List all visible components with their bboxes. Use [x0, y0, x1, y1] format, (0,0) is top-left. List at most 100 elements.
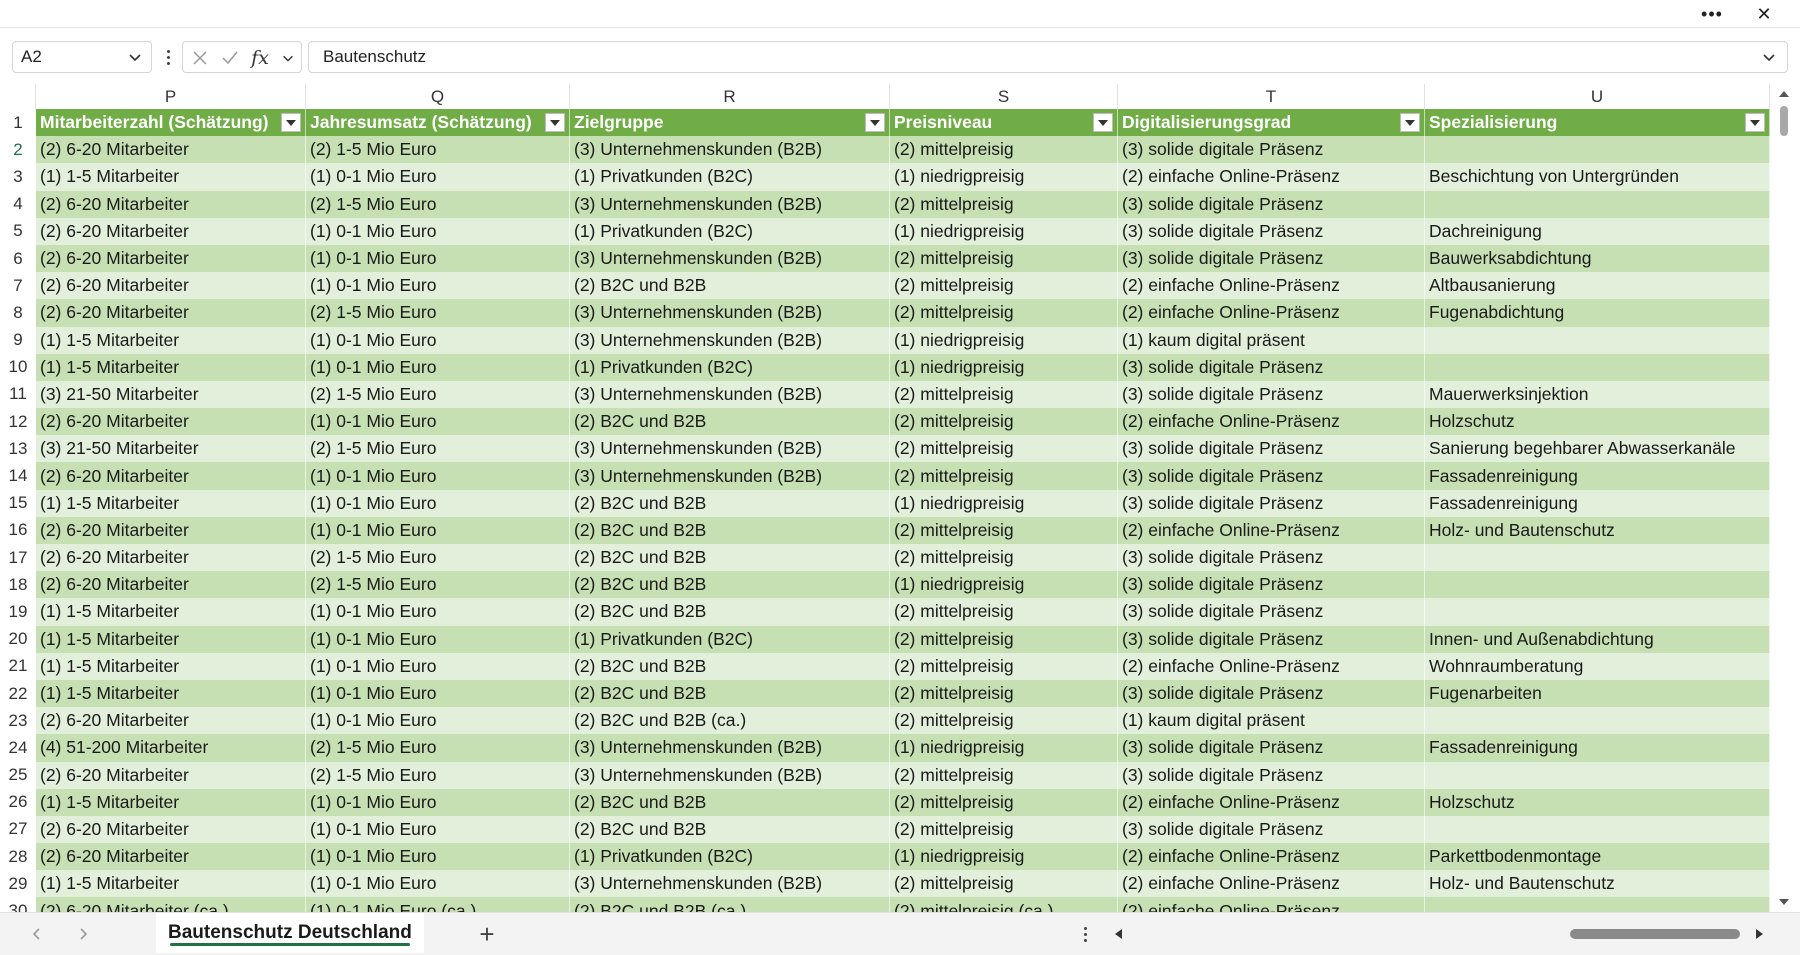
cell-p[interactable]: (2) 6-20 Mitarbeiter: [36, 136, 306, 164]
cell-t[interactable]: (3) solide digitale Präsenz: [1118, 353, 1425, 381]
cell-u[interactable]: Holz- und Bautenschutz: [1425, 516, 1770, 544]
cell-p[interactable]: (1) 1-5 Mitarbeiter: [36, 353, 306, 381]
cell-r[interactable]: (3) Unternehmenskunden (B2B): [570, 734, 890, 762]
cell-r[interactable]: (2) B2C und B2B: [570, 408, 890, 436]
cell-r[interactable]: (1) Privatkunden (B2C): [570, 625, 890, 653]
cell-r[interactable]: (3) Unternehmenskunden (B2B): [570, 435, 890, 463]
cell-r[interactable]: (1) Privatkunden (B2C): [570, 353, 890, 381]
cell-t[interactable]: (3) solide digitale Präsenz: [1118, 761, 1425, 789]
cell-u[interactable]: [1425, 761, 1770, 789]
cell-q[interactable]: (1) 0-1 Mio Euro: [306, 870, 570, 898]
cell-u[interactable]: Holzschutz: [1425, 408, 1770, 436]
cell-p[interactable]: (2) 6-20 Mitarbeiter: [36, 462, 306, 490]
cell-u[interactable]: Fugenabdichtung: [1425, 299, 1770, 327]
row-header[interactable]: 10: [0, 354, 36, 381]
cell-s[interactable]: (2) mittelpreisig: [890, 625, 1118, 653]
horizontal-scroll-thumb[interactable]: [1570, 929, 1740, 939]
cell-q[interactable]: (1) 0-1 Mio Euro: [306, 408, 570, 436]
cell-t[interactable]: (2) einfache Online-Präsenz: [1118, 516, 1425, 544]
cell-s[interactable]: (2) mittelpreisig: [890, 544, 1118, 572]
cell-s[interactable]: (2) mittelpreisig (ca.): [890, 897, 1118, 912]
cell-q[interactable]: (1) 0-1 Mio Euro: [306, 516, 570, 544]
cell-r[interactable]: (3) Unternehmenskunden (B2B): [570, 380, 890, 409]
cell-u[interactable]: Wohnraumberatung: [1425, 652, 1770, 680]
cell-q[interactable]: (1) 0-1 Mio Euro: [306, 679, 570, 708]
row-header[interactable]: 12: [0, 408, 36, 435]
cell-u[interactable]: [1425, 190, 1770, 218]
cell-t[interactable]: (3) solide digitale Präsenz: [1118, 217, 1425, 245]
cell-q[interactable]: (1) 0-1 Mio Euro: [306, 707, 570, 735]
cell-p[interactable]: (2) 6-20 Mitarbeiter: [36, 272, 306, 300]
cell-s[interactable]: (2) mittelpreisig: [890, 435, 1118, 463]
cell-t[interactable]: (2) einfache Online-Präsenz: [1118, 299, 1425, 327]
cell-q[interactable]: (1) 0-1 Mio Euro (ca.): [306, 897, 570, 912]
cell-t[interactable]: (3) solide digitale Präsenz: [1118, 544, 1425, 572]
cell-t[interactable]: (3) solide digitale Präsenz: [1118, 489, 1425, 517]
cell-u[interactable]: [1425, 136, 1770, 164]
cell-p[interactable]: (1) 1-5 Mitarbeiter: [36, 163, 306, 191]
row-header[interactable]: 25: [0, 762, 36, 789]
cell-q[interactable]: (1) 0-1 Mio Euro: [306, 163, 570, 191]
cell-r[interactable]: (2) B2C und B2B: [570, 544, 890, 572]
cell-q[interactable]: (1) 0-1 Mio Euro: [306, 272, 570, 300]
select-all-corner[interactable]: [0, 84, 36, 109]
row-header[interactable]: 8: [0, 299, 36, 326]
cell-p[interactable]: (2) 6-20 Mitarbeiter: [36, 544, 306, 572]
cell-q[interactable]: (2) 1-5 Mio Euro: [306, 734, 570, 762]
spreadsheet-grid[interactable]: P Q R S T U 1 Mitarbeiterzahl (Schätzung…: [0, 84, 1770, 912]
chevron-down-icon[interactable]: [127, 49, 143, 65]
cell-p[interactable]: (2) 6-20 Mitarbeiter: [36, 217, 306, 245]
cell-u[interactable]: [1425, 897, 1770, 912]
add-sheet-icon[interactable]: +: [472, 919, 502, 949]
cell-s[interactable]: (2) mittelpreisig: [890, 761, 1118, 789]
vertical-scroll-thumb[interactable]: [1780, 106, 1788, 136]
cell-s[interactable]: (1) niedrigpreisig: [890, 843, 1118, 871]
cancel-icon[interactable]: [187, 46, 213, 70]
cell-u[interactable]: Innen- und Außenabdichtung: [1425, 625, 1770, 653]
column-header-s[interactable]: S: [890, 84, 1118, 109]
cell-r[interactable]: (2) B2C und B2B: [570, 272, 890, 300]
column-header-p[interactable]: P: [36, 84, 306, 109]
row-header[interactable]: 26: [0, 789, 36, 816]
cell-u[interactable]: [1425, 326, 1770, 354]
cell-r[interactable]: (2) B2C und B2B: [570, 679, 890, 708]
row-header[interactable]: 22: [0, 680, 36, 707]
cell-r[interactable]: (2) B2C und B2B (ca.): [570, 707, 890, 735]
close-button[interactable]: ✕: [1742, 0, 1786, 28]
row-header[interactable]: 21: [0, 653, 36, 680]
cell-r[interactable]: (2) B2C und B2B: [570, 516, 890, 544]
cell-t[interactable]: (3) solide digitale Präsenz: [1118, 598, 1425, 626]
filter-dropdown-icon[interactable]: [1745, 113, 1765, 132]
cell-q[interactable]: (1) 0-1 Mio Euro: [306, 244, 570, 273]
cell-q[interactable]: (2) 1-5 Mio Euro: [306, 761, 570, 789]
row-header[interactable]: 15: [0, 490, 36, 517]
cell-u[interactable]: Fassadenreinigung: [1425, 489, 1770, 517]
cell-t[interactable]: (3) solide digitale Präsenz: [1118, 190, 1425, 218]
cell-p[interactable]: (1) 1-5 Mitarbeiter: [36, 625, 306, 653]
cell-q[interactable]: (1) 0-1 Mio Euro: [306, 326, 570, 354]
cell-s[interactable]: (2) mittelpreisig: [890, 299, 1118, 327]
cell-q[interactable]: (1) 0-1 Mio Euro: [306, 625, 570, 653]
cell-s[interactable]: (2) mittelpreisig: [890, 598, 1118, 626]
filter-dropdown-icon[interactable]: [865, 113, 885, 132]
row-header[interactable]: 14: [0, 462, 36, 489]
cell-p[interactable]: (2) 6-20 Mitarbeiter: [36, 408, 306, 436]
cell-u[interactable]: [1425, 707, 1770, 735]
formula-bar-options-icon[interactable]: [161, 45, 175, 69]
cell-t[interactable]: (2) einfache Online-Präsenz: [1118, 652, 1425, 680]
cell-s[interactable]: (2) mittelpreisig: [890, 190, 1118, 218]
cell-u[interactable]: Fugenarbeiten: [1425, 679, 1770, 708]
column-header-t[interactable]: T: [1118, 84, 1425, 109]
cell-t[interactable]: (3) solide digitale Präsenz: [1118, 571, 1425, 599]
header-cell[interactable]: Jahresumsatz (Schätzung): [306, 109, 570, 137]
header-cell[interactable]: Spezialisierung: [1425, 109, 1770, 137]
cell-u[interactable]: [1425, 544, 1770, 572]
cell-p[interactable]: (1) 1-5 Mitarbeiter: [36, 652, 306, 680]
cell-q[interactable]: (1) 0-1 Mio Euro: [306, 815, 570, 844]
row-header[interactable]: 11: [0, 381, 36, 408]
cell-q[interactable]: (1) 0-1 Mio Euro: [306, 652, 570, 680]
formula-input[interactable]: Bautenschutz: [308, 41, 1788, 73]
cell-t[interactable]: (3) solide digitale Präsenz: [1118, 136, 1425, 164]
cell-s[interactable]: (2) mittelpreisig: [890, 244, 1118, 273]
header-cell[interactable]: Mitarbeiterzahl (Schätzung): [36, 109, 306, 137]
